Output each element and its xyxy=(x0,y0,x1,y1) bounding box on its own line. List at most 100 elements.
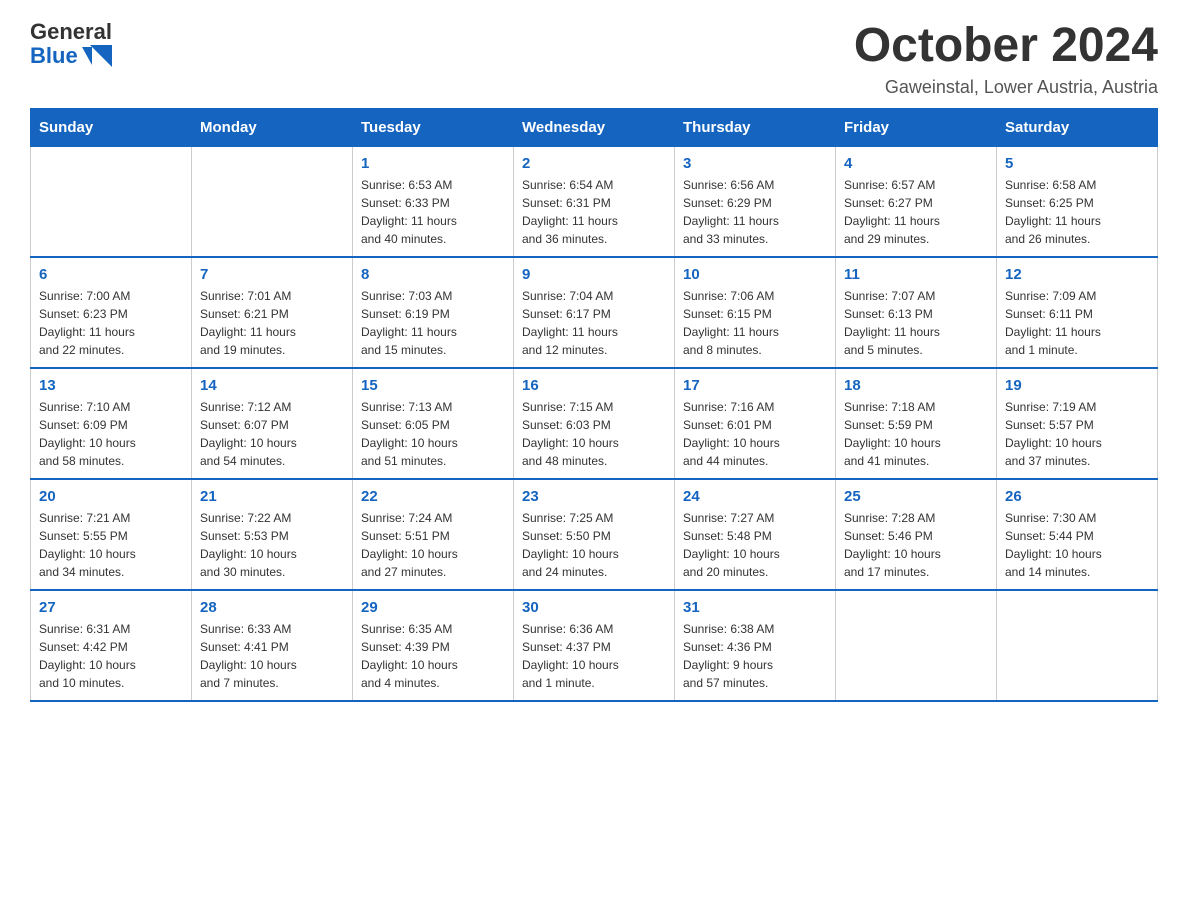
day-info: Sunrise: 6:36 AM Sunset: 4:37 PM Dayligh… xyxy=(522,620,666,692)
logo-blue-text: Blue xyxy=(30,44,78,68)
calendar-table: SundayMondayTuesdayWednesdayThursdayFrid… xyxy=(30,108,1158,702)
day-info: Sunrise: 7:04 AM Sunset: 6:17 PM Dayligh… xyxy=(522,287,666,359)
day-cell: 6 Sunrise: 7:00 AM Sunset: 6:23 PM Daylig… xyxy=(31,257,192,368)
day-number: 29 xyxy=(361,599,505,616)
day-cell: 27Sunrise: 6:31 AM Sunset: 4:42 PM Dayli… xyxy=(31,590,192,701)
week-row-5: 27Sunrise: 6:31 AM Sunset: 4:42 PM Dayli… xyxy=(31,590,1158,701)
day-number: 22 xyxy=(361,488,505,505)
day-cell: 16Sunrise: 7:15 AM Sunset: 6:03 PM Dayli… xyxy=(514,368,675,479)
day-info: Sunrise: 7:10 AM Sunset: 6:09 PM Dayligh… xyxy=(39,398,183,470)
day-cell: 22 Sunrise: 7:24 AM Sunset: 5:51 PM Dayli… xyxy=(353,479,514,590)
day-info: Sunrise: 7:01 AM Sunset: 6:21 PM Dayligh… xyxy=(200,287,344,359)
day-cell: 13 Sunrise: 7:10 AM Sunset: 6:09 PM Dayli… xyxy=(31,368,192,479)
day-info: Sunrise: 7:27 AM Sunset: 5:48 PM Dayligh… xyxy=(683,509,827,581)
day-number: 15 xyxy=(361,377,505,394)
day-info: Sunrise: 7:15 AM Sunset: 6:03 PM Dayligh… xyxy=(522,398,666,470)
day-number: 12 xyxy=(1005,266,1149,283)
day-number: 9 xyxy=(522,266,666,283)
column-header-sunday: Sunday xyxy=(31,108,192,146)
day-cell: 9 Sunrise: 7:04 AM Sunset: 6:17 PM Daylig… xyxy=(514,257,675,368)
day-info: Sunrise: 7:30 AM Sunset: 5:44 PM Dayligh… xyxy=(1005,509,1149,581)
header-row: SundayMondayTuesdayWednesdayThursdayFrid… xyxy=(31,108,1158,146)
day-cell: 7 Sunrise: 7:01 AM Sunset: 6:21 PM Daylig… xyxy=(192,257,353,368)
column-header-saturday: Saturday xyxy=(997,108,1158,146)
day-info: Sunrise: 7:21 AM Sunset: 5:55 PM Dayligh… xyxy=(39,509,183,581)
day-cell: 23 Sunrise: 7:25 AM Sunset: 5:50 PM Dayli… xyxy=(514,479,675,590)
column-header-thursday: Thursday xyxy=(675,108,836,146)
day-info: Sunrise: 7:19 AM Sunset: 5:57 PM Dayligh… xyxy=(1005,398,1149,470)
day-cell: 11 Sunrise: 7:07 AM Sunset: 6:13 PM Dayli… xyxy=(836,257,997,368)
day-info: Sunrise: 6:58 AM Sunset: 6:25 PM Dayligh… xyxy=(1005,176,1149,248)
day-cell xyxy=(192,146,353,257)
day-info: Sunrise: 7:06 AM Sunset: 6:15 PM Dayligh… xyxy=(683,287,827,359)
column-header-tuesday: Tuesday xyxy=(353,108,514,146)
day-info: Sunrise: 7:13 AM Sunset: 6:05 PM Dayligh… xyxy=(361,398,505,470)
column-header-friday: Friday xyxy=(836,108,997,146)
day-info: Sunrise: 6:54 AM Sunset: 6:31 PM Dayligh… xyxy=(522,176,666,248)
day-number: 31 xyxy=(683,599,827,616)
day-info: Sunrise: 7:25 AM Sunset: 5:50 PM Dayligh… xyxy=(522,509,666,581)
logo: General Blue xyxy=(30,20,112,68)
day-cell: 21Sunrise: 7:22 AM Sunset: 5:53 PM Dayli… xyxy=(192,479,353,590)
day-info: Sunrise: 6:56 AM Sunset: 6:29 PM Dayligh… xyxy=(683,176,827,248)
logo-general-text: General xyxy=(30,20,112,44)
day-cell xyxy=(836,590,997,701)
day-number: 7 xyxy=(200,266,344,283)
day-number: 4 xyxy=(844,155,988,172)
day-number: 13 xyxy=(39,377,183,394)
day-number: 28 xyxy=(200,599,344,616)
day-number: 14 xyxy=(200,377,344,394)
week-row-2: 6 Sunrise: 7:00 AM Sunset: 6:23 PM Daylig… xyxy=(31,257,1158,368)
day-cell: 14 Sunrise: 7:12 AM Sunset: 6:07 PM Dayli… xyxy=(192,368,353,479)
day-cell: 12 Sunrise: 7:09 AM Sunset: 6:11 PM Dayli… xyxy=(997,257,1158,368)
day-cell: 17 Sunrise: 7:16 AM Sunset: 6:01 PM Dayli… xyxy=(675,368,836,479)
column-header-wednesday: Wednesday xyxy=(514,108,675,146)
day-number: 24 xyxy=(683,488,827,505)
day-info: Sunrise: 7:18 AM Sunset: 5:59 PM Dayligh… xyxy=(844,398,988,470)
day-info: Sunrise: 7:00 AM Sunset: 6:23 PM Dayligh… xyxy=(39,287,183,359)
day-number: 20 xyxy=(39,488,183,505)
day-cell: 20 Sunrise: 7:21 AM Sunset: 5:55 PM Dayli… xyxy=(31,479,192,590)
day-cell: 19Sunrise: 7:19 AM Sunset: 5:57 PM Dayli… xyxy=(997,368,1158,479)
day-number: 6 xyxy=(39,266,183,283)
day-info: Sunrise: 7:28 AM Sunset: 5:46 PM Dayligh… xyxy=(844,509,988,581)
day-info: Sunrise: 7:07 AM Sunset: 6:13 PM Dayligh… xyxy=(844,287,988,359)
day-info: Sunrise: 7:16 AM Sunset: 6:01 PM Dayligh… xyxy=(683,398,827,470)
day-info: Sunrise: 7:24 AM Sunset: 5:51 PM Dayligh… xyxy=(361,509,505,581)
day-cell xyxy=(997,590,1158,701)
day-info: Sunrise: 6:31 AM Sunset: 4:42 PM Dayligh… xyxy=(39,620,183,692)
day-cell: 2Sunrise: 6:54 AM Sunset: 6:31 PM Daylig… xyxy=(514,146,675,257)
day-cell: 3 Sunrise: 6:56 AM Sunset: 6:29 PM Daylig… xyxy=(675,146,836,257)
day-number: 30 xyxy=(522,599,666,616)
day-number: 26 xyxy=(1005,488,1149,505)
calendar-header: SundayMondayTuesdayWednesdayThursdayFrid… xyxy=(31,108,1158,146)
day-cell: 10Sunrise: 7:06 AM Sunset: 6:15 PM Dayli… xyxy=(675,257,836,368)
day-cell: 18Sunrise: 7:18 AM Sunset: 5:59 PM Dayli… xyxy=(836,368,997,479)
day-cell: 31Sunrise: 6:38 AM Sunset: 4:36 PM Dayli… xyxy=(675,590,836,701)
day-cell: 26 Sunrise: 7:30 AM Sunset: 5:44 PM Dayli… xyxy=(997,479,1158,590)
day-info: Sunrise: 6:57 AM Sunset: 6:27 PM Dayligh… xyxy=(844,176,988,248)
title-block: October 2024 Gaweinstal, Lower Austria, … xyxy=(854,20,1158,98)
week-row-3: 13 Sunrise: 7:10 AM Sunset: 6:09 PM Dayli… xyxy=(31,368,1158,479)
week-row-4: 20 Sunrise: 7:21 AM Sunset: 5:55 PM Dayli… xyxy=(31,479,1158,590)
day-number: 1 xyxy=(361,155,505,172)
day-info: Sunrise: 7:22 AM Sunset: 5:53 PM Dayligh… xyxy=(200,509,344,581)
day-cell: 1 Sunrise: 6:53 AM Sunset: 6:33 PM Daylig… xyxy=(353,146,514,257)
day-info: Sunrise: 7:03 AM Sunset: 6:19 PM Dayligh… xyxy=(361,287,505,359)
day-number: 23 xyxy=(522,488,666,505)
day-number: 3 xyxy=(683,155,827,172)
day-info: Sunrise: 7:12 AM Sunset: 6:07 PM Dayligh… xyxy=(200,398,344,470)
day-info: Sunrise: 7:09 AM Sunset: 6:11 PM Dayligh… xyxy=(1005,287,1149,359)
day-info: Sunrise: 6:53 AM Sunset: 6:33 PM Dayligh… xyxy=(361,176,505,248)
calendar-body: 1 Sunrise: 6:53 AM Sunset: 6:33 PM Daylig… xyxy=(31,146,1158,701)
day-cell xyxy=(31,146,192,257)
day-info: Sunrise: 6:35 AM Sunset: 4:39 PM Dayligh… xyxy=(361,620,505,692)
day-number: 17 xyxy=(683,377,827,394)
logo-triangle-icon xyxy=(90,45,112,67)
day-cell: 24 Sunrise: 7:27 AM Sunset: 5:48 PM Dayli… xyxy=(675,479,836,590)
day-info: Sunrise: 6:33 AM Sunset: 4:41 PM Dayligh… xyxy=(200,620,344,692)
page-header: General Blue October 2024 Gaweinstal, Lo… xyxy=(30,20,1158,98)
day-number: 11 xyxy=(844,266,988,283)
day-cell: 29 Sunrise: 6:35 AM Sunset: 4:39 PM Dayli… xyxy=(353,590,514,701)
column-header-monday: Monday xyxy=(192,108,353,146)
